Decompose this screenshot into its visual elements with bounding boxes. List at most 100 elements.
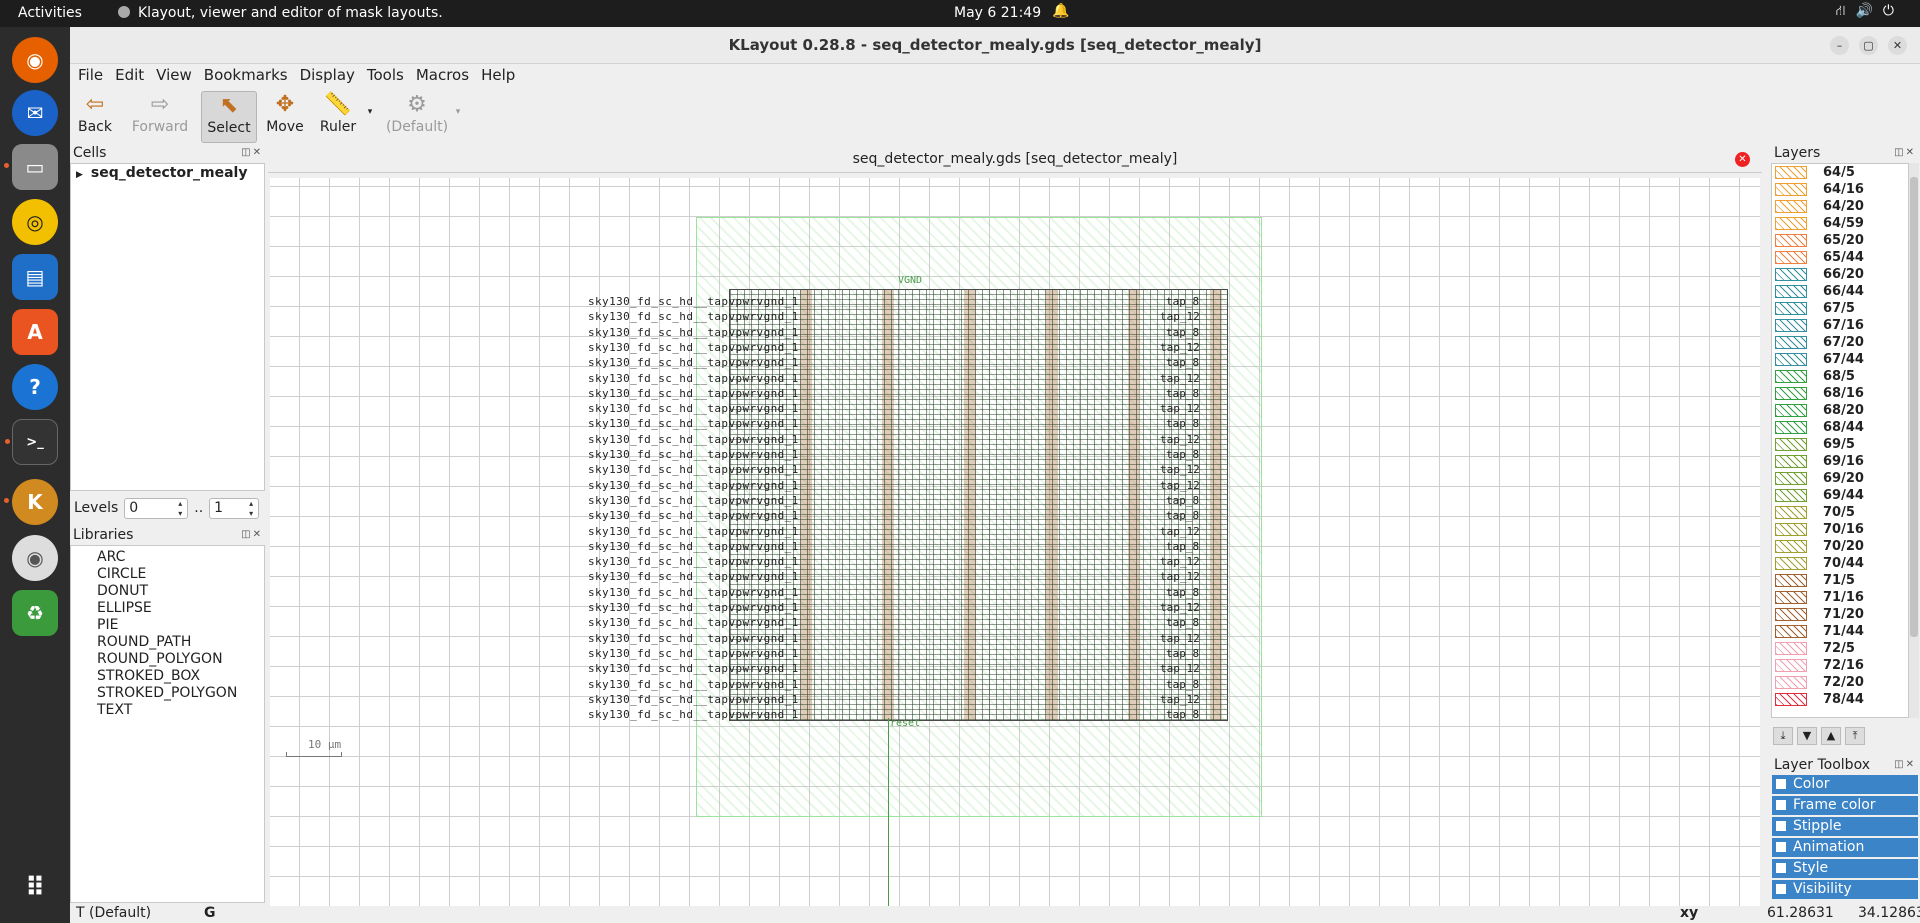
libraries-list[interactable]: ARC CIRCLE DONUT ELLIPSE PIE ROUND_PATH …	[70, 545, 265, 903]
rhythmbox-icon[interactable]: ◎	[12, 199, 58, 245]
library-item[interactable]: STROKED_POLYGON	[71, 685, 264, 702]
notification-bell-icon[interactable]: 🔔	[1052, 3, 1069, 19]
panel-float-close-icons[interactable]: ◫✕	[241, 529, 263, 540]
layer-item[interactable]: 70/20	[1772, 538, 1908, 555]
library-item[interactable]: STROKED_BOX	[71, 668, 264, 685]
thunderbird-icon[interactable]: ✉	[12, 90, 58, 136]
layer-item[interactable]: 71/44	[1772, 623, 1908, 640]
toolbox-visibility[interactable]: Visibility	[1772, 880, 1918, 899]
layer-item[interactable]: 69/20	[1772, 470, 1908, 487]
move-up-icon[interactable]: ▲	[1821, 727, 1841, 745]
layer-item[interactable]: 64/16	[1772, 181, 1908, 198]
cell-item[interactable]: ▶ seq_detector_mealy	[71, 164, 264, 184]
activities-button[interactable]: Activities	[18, 5, 82, 21]
menu-edit[interactable]: Edit	[115, 66, 144, 84]
layer-item[interactable]: 67/20	[1772, 334, 1908, 351]
menu-tools[interactable]: Tools	[367, 66, 404, 84]
window-titlebar[interactable]: KLayout 0.28.8 - seq_detector_mealy.gds …	[70, 27, 1920, 64]
panel-float-close-icons[interactable]: ◫✕	[1894, 759, 1916, 770]
toolbox-color[interactable]: Color	[1772, 775, 1918, 794]
disc-icon[interactable]: ◉	[12, 535, 58, 581]
software-icon[interactable]: A	[12, 309, 58, 355]
layer-item[interactable]: 78/44	[1772, 691, 1908, 708]
layer-item[interactable]: 68/16	[1772, 385, 1908, 402]
maximize-icon[interactable]: ▢	[1859, 36, 1878, 55]
toolbox-animation[interactable]: Animation	[1772, 838, 1918, 857]
layout-view-tab[interactable]: seq_detector_mealy.gds [seq_detector_mea…	[268, 145, 1762, 173]
layer-item[interactable]: 64/20	[1772, 198, 1908, 215]
layer-item[interactable]: 72/16	[1772, 657, 1908, 674]
files-icon[interactable]: ▭	[4, 144, 58, 190]
forward-button[interactable]: ⇨ Forward	[122, 91, 198, 143]
toolbox-stipple[interactable]: Stipple	[1772, 817, 1918, 836]
layer-item[interactable]: 71/5	[1772, 572, 1908, 589]
library-item[interactable]: ROUND_PATH	[71, 634, 264, 651]
layer-list[interactable]: 64/5 64/16 64/20 64/59 65/20 65/44 66/20 66/44 6…	[1771, 163, 1909, 718]
move-down-icon[interactable]: ▼	[1797, 727, 1817, 745]
toolbox-style[interactable]: Style	[1772, 859, 1918, 878]
trash-icon[interactable]: ♻	[12, 590, 58, 636]
move-tool-button[interactable]: ✥ Move	[261, 91, 309, 143]
active-app-menu[interactable]: Klayout, viewer and editor of mask layou…	[118, 5, 443, 21]
clock[interactable]: May 6 21:49	[954, 5, 1041, 21]
panel-float-close-icons[interactable]: ◫✕	[1894, 147, 1916, 158]
layer-item[interactable]: 69/44	[1772, 487, 1908, 504]
menu-help[interactable]: Help	[481, 66, 515, 84]
layer-item[interactable]: 71/16	[1772, 589, 1908, 606]
layer-item[interactable]: 68/20	[1772, 402, 1908, 419]
expand-arrow-icon[interactable]: ▶	[76, 170, 83, 180]
text-default-button[interactable]: ⚙ (Default)	[382, 91, 452, 143]
layer-item[interactable]: 67/44	[1772, 351, 1908, 368]
layer-item[interactable]: 65/44	[1772, 249, 1908, 266]
layer-item[interactable]: 66/20	[1772, 266, 1908, 283]
layer-item[interactable]: 68/44	[1772, 419, 1908, 436]
library-item[interactable]: ELLIPSE	[71, 600, 264, 617]
firefox-icon[interactable]: ◉	[12, 37, 58, 83]
layer-item[interactable]: 67/5	[1772, 300, 1908, 317]
cells-tree[interactable]: ▶ seq_detector_mealy	[70, 163, 265, 491]
move-bottom-icon[interactable]: ⤓	[1773, 727, 1793, 745]
level-to-spinbox[interactable]: 1	[209, 497, 260, 519]
select-tool-button[interactable]: ⬉ Select	[201, 91, 257, 143]
layer-scrollbar[interactable]	[1909, 163, 1919, 718]
library-item[interactable]: DONUT	[71, 583, 264, 600]
writer-icon[interactable]: ▤	[12, 254, 58, 300]
menu-file[interactable]: File	[78, 66, 103, 84]
layer-item[interactable]: 65/20	[1772, 232, 1908, 249]
layer-item[interactable]: 72/5	[1772, 640, 1908, 657]
layer-item[interactable]: 70/5	[1772, 504, 1908, 521]
layer-item[interactable]: 72/20	[1772, 674, 1908, 691]
library-item[interactable]: ARC	[71, 549, 264, 566]
layer-item[interactable]: 67/16	[1772, 317, 1908, 334]
app-grid-icon[interactable]: ⠿	[12, 865, 58, 911]
menu-bookmarks[interactable]: Bookmarks	[204, 66, 288, 84]
library-item[interactable]: CIRCLE	[71, 566, 264, 583]
layer-item[interactable]: 69/16	[1772, 453, 1908, 470]
library-item[interactable]: TEXT	[71, 702, 264, 719]
ruler-tool-button[interactable]: 📏 Ruler	[312, 91, 364, 143]
menu-view[interactable]: View	[156, 66, 192, 84]
minimize-icon[interactable]: –	[1830, 36, 1849, 55]
menu-display[interactable]: Display	[300, 66, 355, 84]
toolbox-frame-color[interactable]: Frame color	[1772, 796, 1918, 815]
library-item[interactable]: ROUND_POLYGON	[71, 651, 264, 668]
layer-item[interactable]: 71/20	[1772, 606, 1908, 623]
terminal-icon[interactable]: >_	[5, 419, 58, 465]
layer-item[interactable]: 68/5	[1772, 368, 1908, 385]
layer-item[interactable]: 66/44	[1772, 283, 1908, 300]
close-view-icon[interactable]: ✕	[1735, 152, 1750, 167]
close-icon[interactable]: ✕	[1888, 36, 1907, 55]
system-tray[interactable]: ⛙🔊⏻	[1836, 3, 1904, 21]
menu-macros[interactable]: Macros	[416, 66, 469, 84]
layer-item[interactable]: 64/59	[1772, 215, 1908, 232]
back-button[interactable]: ⇦ Back	[70, 91, 120, 143]
help-icon[interactable]: ?	[12, 364, 58, 410]
layer-item[interactable]: 70/16	[1772, 521, 1908, 538]
layout-canvas[interactable]: VGND sky130_fd_sc_hd__tapvpwrvgnd_1 tap_8…	[270, 178, 1760, 906]
level-from-spinbox[interactable]: 0	[124, 497, 189, 519]
layer-item[interactable]: 70/44	[1772, 555, 1908, 572]
klayout-dock-icon[interactable]: K	[4, 479, 58, 525]
layer-item[interactable]: 64/5	[1772, 164, 1908, 181]
move-top-icon[interactable]: ⤒	[1845, 727, 1865, 745]
library-item[interactable]: PIE	[71, 617, 264, 634]
